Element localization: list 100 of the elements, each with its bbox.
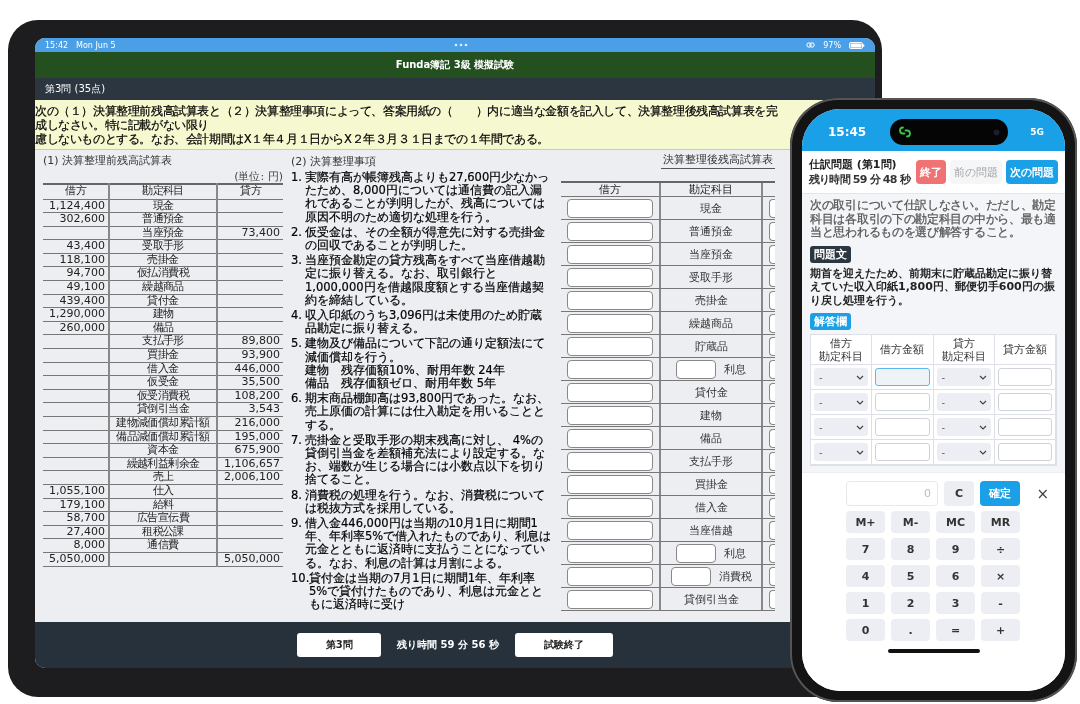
column-header: 勘定科目 [941, 349, 986, 363]
calculator-key[interactable]: 8 [891, 538, 930, 560]
input-field[interactable] [567, 497, 653, 517]
input-field[interactable] [769, 336, 775, 356]
amount-input[interactable] [997, 368, 1052, 386]
calculator-key[interactable]: ÷ [981, 538, 1020, 560]
calculator-key[interactable]: 0 [846, 619, 885, 641]
input-field[interactable] [769, 359, 775, 379]
input-field[interactable] [567, 290, 653, 310]
input-field[interactable] [567, 359, 653, 379]
input-field[interactable] [769, 267, 775, 287]
input-field[interactable] [567, 198, 653, 218]
question-text: 期首を迎えたため、前期末に貯蔵品勘定に振り替えていた収入印紙1,800円、郵便切手600円の振り戻し処理を行う。 [810, 266, 1056, 307]
end-exam-button[interactable]: 試験終了 [514, 633, 613, 657]
input-field[interactable] [567, 382, 653, 402]
input-field[interactable] [769, 566, 775, 586]
input-field[interactable] [567, 313, 653, 333]
calculator-key[interactable]: 9 [936, 538, 975, 560]
calculator-key[interactable]: - [981, 592, 1020, 614]
input-field[interactable] [567, 474, 653, 494]
calculator-key[interactable]: 2 [891, 592, 930, 614]
input-field[interactable] [769, 497, 775, 517]
clear-key[interactable]: C [944, 481, 974, 506]
column-header: 勘定科目 [819, 349, 864, 363]
account-select[interactable]: - [814, 418, 869, 436]
calculator-key[interactable]: MC [936, 511, 975, 533]
input-field[interactable] [769, 405, 775, 425]
input-field[interactable] [567, 221, 653, 241]
close-button[interactable]: × [1032, 484, 1053, 503]
input-field[interactable] [567, 244, 653, 264]
input-field[interactable] [769, 543, 775, 563]
input-field[interactable] [567, 520, 653, 540]
calculator-key[interactable]: . [891, 619, 930, 641]
table-cell: 建物 [109, 307, 217, 322]
amount-input[interactable] [997, 443, 1052, 461]
input-field[interactable] [769, 474, 775, 494]
input-field[interactable] [769, 290, 775, 310]
input-field[interactable] [769, 382, 775, 402]
account-select[interactable]: - [936, 393, 991, 411]
input-field[interactable] [567, 336, 653, 356]
amount-input[interactable] [875, 418, 930, 436]
item-text: 建物及び備品について下記の通り定額法にて減価償却を行う。 [305, 337, 546, 364]
chevron-down-icon [978, 424, 987, 430]
account-select[interactable]: - [814, 443, 869, 461]
table-title: (1) 決算整理前残高試算表 [43, 154, 174, 168]
section-button[interactable]: 第3問 [297, 633, 382, 657]
calculator-key[interactable]: 7 [846, 538, 885, 560]
calculator-key[interactable]: 4 [846, 565, 885, 587]
input-field[interactable] [769, 589, 775, 609]
calculator-key[interactable]: × [981, 565, 1020, 587]
item-number: 6. [291, 392, 303, 408]
calculator-key[interactable]: = [936, 619, 975, 641]
account-select[interactable]: - [814, 368, 869, 386]
input-field[interactable] [769, 198, 775, 218]
table-cell: 93,900 [217, 348, 283, 363]
table-cell: 貸付金 [109, 294, 217, 308]
amount-input[interactable] [997, 393, 1052, 411]
column-header: 勘定科目 [661, 183, 763, 197]
calculator-key[interactable]: 5 [891, 565, 930, 587]
input-field[interactable] [567, 589, 653, 609]
input-field[interactable] [769, 313, 775, 333]
input-field[interactable] [567, 451, 653, 471]
account-label: 当座借越 [689, 522, 733, 538]
input-field[interactable] [769, 520, 775, 540]
account-select[interactable]: - [936, 418, 991, 436]
table-cell: 繰越利益剰余金 [109, 457, 217, 471]
input-field[interactable] [567, 267, 653, 287]
input-field[interactable] [676, 543, 716, 563]
input-field[interactable] [676, 359, 716, 379]
calculator-key[interactable]: 6 [936, 565, 975, 587]
input-field[interactable] [769, 221, 775, 241]
section-heading: (2) 決算整理事項 [291, 155, 378, 169]
calculator-key[interactable]: 1 [846, 592, 885, 614]
input-field[interactable] [567, 428, 653, 448]
input-field[interactable] [769, 244, 775, 264]
input-field[interactable] [769, 451, 775, 471]
account-select[interactable]: - [814, 393, 869, 411]
calculator-key[interactable]: 3 [936, 592, 975, 614]
status-time: 15:42 [45, 40, 69, 50]
amount-input[interactable] [875, 368, 930, 386]
item-text: 期末商品棚卸高は93,800円であった。なお、売上原価の計算には仕入勘定を用いることとする。 [305, 392, 551, 432]
input-field[interactable] [670, 566, 711, 586]
input-field[interactable] [567, 566, 653, 586]
input-field[interactable] [567, 405, 653, 425]
account-select[interactable]: - [936, 368, 991, 386]
input-field[interactable] [769, 428, 775, 448]
calculator-key[interactable]: MR [981, 511, 1020, 533]
calculator-key[interactable]: M+ [846, 511, 885, 533]
amount-input[interactable] [875, 443, 930, 461]
link-icon [806, 42, 816, 48]
table-cell: 1,055,100 [43, 484, 109, 499]
input-field[interactable] [567, 543, 653, 563]
amount-input[interactable] [997, 418, 1052, 436]
account-select[interactable]: - [936, 443, 991, 461]
amount-input[interactable] [875, 393, 930, 411]
calculator-display[interactable]: 0 [846, 481, 938, 506]
calculator-key[interactable]: + [981, 619, 1020, 641]
calculator-key[interactable]: M- [891, 511, 930, 533]
table-cell: 439,400 [43, 294, 109, 308]
item-number: 8. [291, 488, 303, 504]
